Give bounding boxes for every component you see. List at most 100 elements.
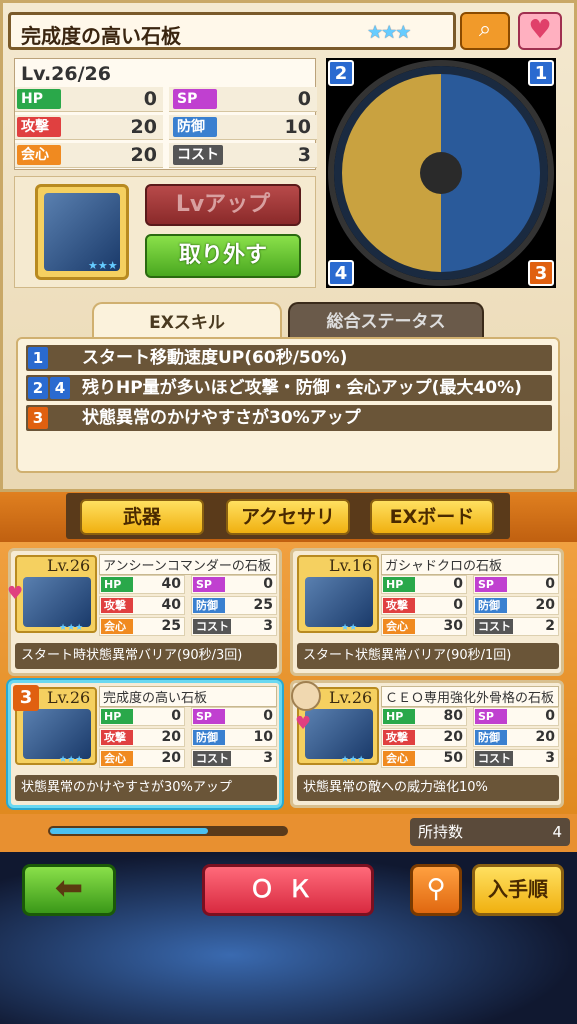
tablet-icon	[23, 577, 91, 627]
owned-count: 所持数 4	[410, 818, 570, 846]
card-stars: ★★★	[341, 755, 366, 765]
stat-box: Lv.26/26 HP 0 SP 0 攻撃 20 防御 10 会心 20 コスト…	[14, 58, 317, 170]
item-name: 完成度の高い石板	[21, 24, 181, 48]
card-level: Lv.26	[47, 556, 91, 575]
card-hp-label: HP	[383, 709, 415, 724]
stat-value-sp: 0	[297, 88, 311, 110]
card-desc: スタート時状態異常バリア(90秒/3回)	[15, 643, 277, 669]
ex-board-preview: 2 1 4 3	[326, 58, 556, 288]
card-sp-label: SP	[475, 709, 507, 724]
category-weapon-button[interactable]: 武器	[80, 499, 204, 535]
card-crit: 50	[443, 750, 463, 766]
level-up-button[interactable]: Lvアップ	[145, 184, 301, 226]
item-icon-tile[interactable]: ★★★	[35, 184, 129, 280]
card-atk-label: 攻撃	[101, 730, 133, 745]
category-accessory-button[interactable]: アクセサリ	[226, 499, 350, 535]
inspect-button[interactable]: ⌕	[460, 12, 510, 50]
arrow-left-icon: ⬅	[54, 868, 84, 908]
card-name: 完成度の高い石板	[99, 686, 277, 707]
card-hp-label: HP	[383, 577, 415, 592]
list-item[interactable]: Lv.26 ★★★ 3 完成度の高い石板 HP 0 SP 0 攻撃 20 防御 10 会心…	[8, 680, 282, 808]
card-name: アンシーンコマンダーの石板	[99, 554, 277, 575]
card-stars: ★★	[341, 623, 358, 633]
search-icon: ⚲	[426, 874, 446, 904]
card-crit: 30	[443, 618, 463, 634]
card-cost-label: コスト	[193, 751, 231, 766]
skill-text: 状態異常のかけやすさが30%アップ	[82, 408, 361, 428]
character-avatar	[291, 681, 321, 711]
card-def: 25	[253, 597, 273, 613]
card-hp-label: HP	[101, 709, 133, 724]
skill-list: 1 スタート移動速度UP(60秒/50%) 2 4 残りHP量が多いほど攻撃・防…	[16, 337, 560, 473]
lock-heart-icon: ♥	[295, 713, 312, 734]
skill-row: 3 状態異常のかけやすさが30%アップ	[26, 405, 552, 431]
slot-badge: 4	[50, 377, 70, 399]
action-bar: ⬅ ＯＫ ⚲ 入手順	[0, 852, 577, 1024]
list-item[interactable]: Lv.16 ★★ ガシャドクロの石板 HP 0 SP 0 攻撃 0 防御 20 会心 30 …	[290, 548, 564, 676]
favorite-button[interactable]: ♥	[518, 12, 562, 50]
equip-box: ★★★ Lvアップ 取り外す	[14, 176, 316, 288]
stat-value-crit: 20	[130, 144, 157, 166]
card-cost-label: コスト	[475, 751, 513, 766]
slot-badge: 4	[328, 260, 354, 286]
stat-value-cost: 3	[297, 144, 311, 166]
card-cost: 2	[545, 618, 555, 634]
card-crit: 25	[161, 618, 181, 634]
stat-value-def: 10	[284, 116, 311, 138]
list-item[interactable]: Lv.26 ★★★ ♥ ＣＥＯ専用強化外骨格の石板 HP 80 SP 0 攻撃 20 防…	[290, 680, 564, 808]
skill-text: スタート移動速度UP(60秒/50%)	[82, 348, 348, 368]
stat-label-cost: コスト	[173, 145, 223, 165]
stat-label-crit: 会心	[17, 145, 61, 165]
card-crit-label: 会心	[101, 751, 133, 766]
card-hp-label: HP	[101, 577, 133, 592]
card-crit-label: 会心	[101, 619, 133, 634]
card-atk-label: 攻撃	[383, 598, 415, 613]
card-atk: 20	[443, 729, 463, 745]
back-button[interactable]: ⬅	[22, 864, 116, 916]
slot-badge: 2	[28, 377, 48, 399]
card-stars: ★★★	[59, 755, 84, 765]
card-name: ＣＥＯ専用強化外骨格の石板	[381, 686, 559, 707]
card-hp: 0	[171, 708, 181, 724]
card-desc: スタート状態異常バリア(90秒/1回)	[297, 643, 559, 669]
card-sp: 0	[263, 576, 273, 592]
search-button[interactable]: ⚲	[410, 864, 462, 916]
card-name: ガシャドクロの石板	[381, 554, 559, 575]
ok-button[interactable]: ＯＫ	[202, 864, 374, 916]
sort-button[interactable]: 入手順	[472, 864, 564, 916]
scrollbar-thumb[interactable]	[50, 828, 209, 834]
card-cost: 3	[545, 750, 555, 766]
ex-board-disc	[334, 66, 548, 280]
tablet-icon	[305, 709, 373, 759]
level-row: Lv.26/26	[15, 59, 317, 85]
slot-badge: 1	[28, 347, 48, 369]
owned-label: 所持数	[418, 823, 464, 841]
card-cost-label: コスト	[475, 619, 513, 634]
list-item[interactable]: Lv.26 ★★★ ♥ アンシーンコマンダーの石板 HP 40 SP 0 攻撃 40 防…	[7, 548, 282, 676]
tile-stars: ★★★	[88, 259, 118, 272]
card-cost: 3	[263, 750, 273, 766]
card-def-label: 防御	[475, 598, 507, 613]
tablet-icon	[23, 709, 91, 759]
card-def: 20	[535, 729, 555, 745]
card-cost: 3	[263, 618, 273, 634]
heart-icon: ♥	[528, 15, 552, 45]
card-sp-label: SP	[193, 709, 225, 724]
remove-button[interactable]: 取り外す	[145, 234, 301, 278]
skill-text: 残りHP量が多いほど攻撃・防御・会心アップ(最大40%)	[82, 378, 522, 398]
tab-total-status[interactable]: 総合ステータス	[288, 302, 484, 338]
card-level: Lv.16	[329, 556, 373, 575]
skill-row: 2 4 残りHP量が多いほど攻撃・防御・会心アップ(最大40%)	[26, 375, 552, 401]
tab-ex-skill[interactable]: EXスキル	[92, 302, 282, 340]
list-scrollbar[interactable]	[48, 826, 288, 836]
stat-row: HP 0 SP 0	[15, 87, 317, 112]
slot-badge: 3	[13, 685, 39, 711]
card-desc: 状態異常のかけやすさが30%アップ	[15, 775, 277, 801]
slot-badge: 1	[528, 60, 554, 86]
tablet-icon	[305, 577, 373, 627]
card-sp-label: SP	[193, 577, 225, 592]
card-sp: 0	[545, 576, 555, 592]
category-ex-board-button[interactable]: EXボード	[370, 499, 494, 535]
card-def-label: 防御	[193, 598, 225, 613]
card-crit-label: 会心	[383, 751, 415, 766]
